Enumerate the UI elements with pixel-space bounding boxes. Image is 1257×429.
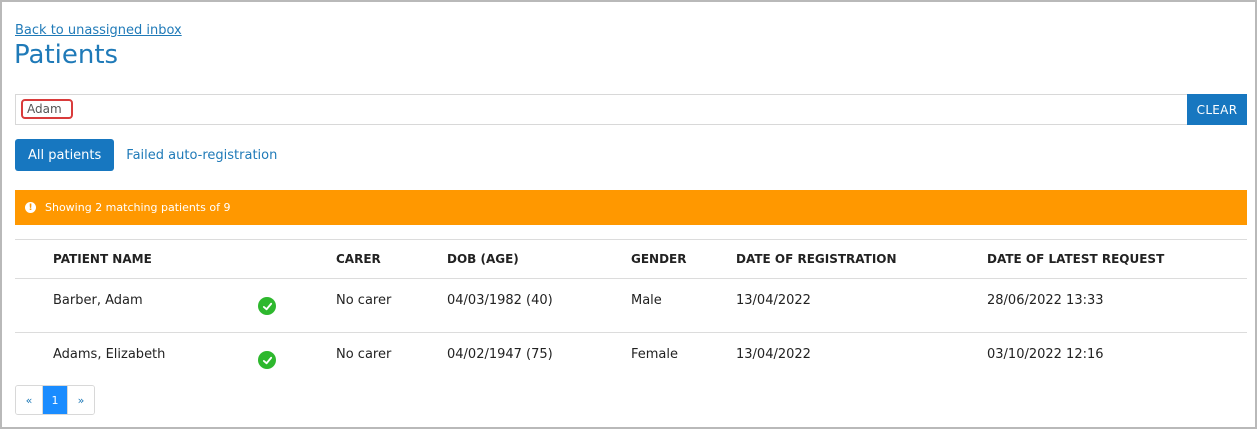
column-header-date-of-registration[interactable]: DATE OF REGISTRATION — [736, 240, 897, 278]
info-icon: ! — [25, 202, 36, 213]
alert-text: Showing 2 matching patients of 9 — [45, 201, 231, 214]
table-row[interactable]: Barber, Adam No carer 04/03/1982 (40) Ma… — [15, 278, 1247, 332]
page-1-button[interactable]: 1 — [42, 386, 68, 414]
column-header-date-of-latest-request[interactable]: DATE OF LATEST REQUEST — [987, 240, 1164, 278]
patient-name[interactable]: Barber, Adam — [53, 279, 143, 332]
date-of-registration: 13/04/2022 — [736, 293, 811, 308]
patient-name[interactable]: Adams, Elizabeth — [53, 333, 165, 386]
column-header-patient-name[interactable]: PATIENT NAME — [53, 240, 152, 278]
patients-table: PATIENT NAME CARER DOB (AGE) GENDER DATE… — [15, 239, 1247, 386]
gender: Male — [631, 293, 662, 308]
dob: 04/02/1947 (75) — [447, 347, 553, 362]
next-page-button[interactable]: » — [68, 386, 94, 414]
patient-filter-tabs: All patients Failed auto-registration — [15, 139, 277, 171]
clear-button[interactable]: CLEAR — [1187, 94, 1247, 125]
search-input[interactable] — [21, 99, 73, 119]
column-header-dob[interactable]: DOB (AGE) — [447, 240, 519, 278]
tab-all-patients[interactable]: All patients — [15, 139, 115, 171]
check-circle-icon — [258, 279, 276, 332]
table-row[interactable]: Adams, Elizabeth No carer 04/02/1947 (75… — [15, 332, 1247, 386]
app-frame: Back to unassigned inbox Patients CLEAR … — [0, 0, 1257, 429]
page-title: Patients — [14, 40, 119, 70]
table-header-row: PATIENT NAME CARER DOB (AGE) GENDER DATE… — [15, 239, 1247, 278]
gender: Female — [631, 347, 679, 362]
pagination: « 1 » — [15, 385, 95, 415]
back-to-inbox-link[interactable]: Back to unassigned inbox — [15, 23, 182, 38]
search-input-wrap — [16, 95, 1187, 124]
tab-failed-auto-registration[interactable]: Failed auto-registration — [126, 148, 277, 163]
carer: No carer — [336, 293, 392, 308]
results-alert: ! Showing 2 matching patients of 9 — [15, 190, 1247, 225]
date-of-latest-request: 28/06/2022 13:33 — [987, 293, 1104, 308]
column-header-carer[interactable]: CARER — [336, 240, 381, 278]
prev-page-button[interactable]: « — [16, 386, 42, 414]
date-of-registration: 13/04/2022 — [736, 347, 811, 362]
search-bar: CLEAR — [15, 94, 1247, 125]
dob: 04/03/1982 (40) — [447, 293, 553, 308]
column-header-gender[interactable]: GENDER — [631, 240, 687, 278]
check-circle-icon — [258, 333, 276, 386]
carer: No carer — [336, 347, 392, 362]
date-of-latest-request: 03/10/2022 12:16 — [987, 347, 1104, 362]
